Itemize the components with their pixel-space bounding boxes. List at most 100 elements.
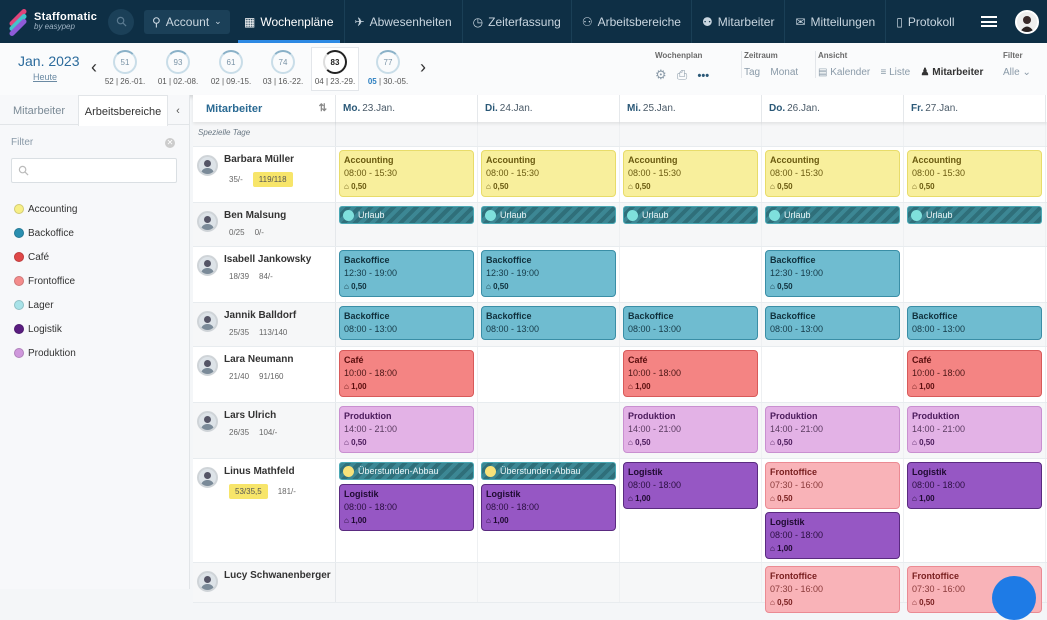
employee-cell[interactable]: Lucy Schwanenberger [193,563,336,602]
settings-gear-icon[interactable]: ⚙ [655,67,667,83]
day-cell[interactable]: Café 10:00 - 18:00 1,00 [620,347,762,402]
absence-bar[interactable]: Urlaub [623,206,758,224]
day-cell[interactable]: Accounting 08:00 - 15:30 0,50 [336,147,478,202]
week-selector-item[interactable]: 83 04 | 23.-29. [311,47,359,91]
day-cell[interactable]: Backoffice 08:00 - 13:00 [620,303,762,346]
chat-button[interactable] [992,576,1036,620]
prev-week-button[interactable]: ‹ [91,57,97,78]
global-search-button[interactable] [108,8,134,35]
day-cell[interactable] [478,563,620,602]
shift-card[interactable]: Produktion 14:00 - 21:00 0,50 [623,406,758,453]
shift-card[interactable]: Backoffice 12:30 - 19:00 0,50 [481,250,616,297]
day-cell[interactable]: Produktion 14:00 - 21:00 0,50 [620,403,762,458]
area-filter-item[interactable]: Accounting [14,197,189,221]
day-cell[interactable]: Logistik 08:00 - 18:00 1,00 [620,459,762,562]
day-cell[interactable]: Backoffice 12:30 - 19:00 0,50 [762,247,904,302]
employee-column-header[interactable]: Mitarbeiter ⇅ [193,95,336,122]
tab-arbeitsbereiche[interactable]: Arbeitsbereiche [78,95,168,126]
collapse-sidebar-icon[interactable]: ‹ [168,95,188,124]
week-selector-item[interactable]: 61 02 | 09.-15. [207,48,255,86]
view-day-button[interactable]: Tag [744,67,760,78]
shift-card[interactable]: Logistik 08:00 - 18:00 1,00 [765,512,900,559]
day-cell[interactable]: Produktion 14:00 - 21:00 0,50 [904,403,1046,458]
day-cell[interactable]: Logistik 08:00 - 18:00 1,00 [904,459,1046,562]
day-cell[interactable]: Café 10:00 - 18:00 1,00 [336,347,478,402]
day-cell[interactable]: Urlaub [762,203,904,246]
absence-bar[interactable]: Urlaub [765,206,900,224]
week-selector-item[interactable]: 77 05 | 30.-05. [364,48,412,86]
shift-card[interactable]: Backoffice 08:00 - 13:00 [765,306,900,340]
special-day-cell[interactable] [762,122,904,146]
day-cell[interactable]: Urlaub [904,203,1046,246]
nav-abwesenheiten[interactable]: ✈ Abwesenheiten [345,0,463,43]
day-cell[interactable]: Café 10:00 - 18:00 1,00 [904,347,1046,402]
tab-mitarbeiter[interactable]: Mitarbeiter [0,95,78,124]
week-selector-item[interactable]: 51 52 | 26.-01. [101,48,149,86]
day-cell[interactable]: Accounting 08:00 - 15:30 0,50 [762,147,904,202]
nav-mitteilungen[interactable]: ✉ Mitteilungen [785,0,887,43]
shift-card[interactable]: Backoffice 08:00 - 13:00 [907,306,1042,340]
shift-card[interactable]: Backoffice 12:30 - 19:00 0,50 [339,250,474,297]
employee-cell[interactable]: Barbara Müller 35/- 119/118 [193,147,336,202]
clear-filter-icon[interactable]: ✕ [165,137,175,148]
area-filter-item[interactable]: Logistik [14,317,189,341]
nav-protokoll[interactable]: ▯ Protokoll [886,0,964,43]
day-cell[interactable]: Accounting 08:00 - 15:30 0,50 [620,147,762,202]
special-day-cell[interactable] [478,122,620,146]
area-filter-item[interactable]: Café [14,245,189,269]
day-cell[interactable]: Frontoffice 07:30 - 16:00 0,50 Logistik 08:0… [762,459,904,562]
shift-card[interactable]: Café 10:00 - 18:00 1,00 [339,350,474,397]
view-list-button[interactable]: ≡ Liste [881,67,911,78]
shift-card[interactable]: Backoffice 08:00 - 13:00 [623,306,758,340]
nav-mitarbeiter[interactable]: ⚉ Mitarbeiter [692,0,786,43]
day-cell[interactable] [904,247,1046,302]
print-icon[interactable]: ⎙ [677,67,687,83]
shift-card[interactable]: Accounting 08:00 - 15:30 0,50 [339,150,474,197]
account-dropdown[interactable]: ⚲ Account ⌄ [144,9,230,34]
shift-card[interactable]: Backoffice 08:00 - 13:00 [339,306,474,340]
day-cell[interactable]: Frontoffice 07:30 - 16:00 0,50 [762,563,904,613]
employee-cell[interactable]: Isabell Jankowsky 18/39 84/- [193,247,336,302]
absence-bar[interactable]: Überstunden-Abbau [481,462,616,480]
shift-card[interactable]: Frontoffice 07:30 - 16:00 0,50 [765,566,900,613]
day-cell[interactable]: Backoffice 12:30 - 19:00 0,50 [336,247,478,302]
employee-cell[interactable]: Jannik Balldorf 25/35 113/140 [193,303,336,346]
area-filter-item[interactable]: Backoffice [14,221,189,245]
nav-zeiterfassung[interactable]: ◷ Zeiterfassung [463,0,572,43]
shift-card[interactable]: Produktion 14:00 - 21:00 0,50 [907,406,1042,453]
area-filter-item[interactable]: Lager [14,293,189,317]
day-cell[interactable] [620,247,762,302]
app-logo[interactable]: Staffomatic by easypep [0,7,104,37]
day-cell[interactable] [478,347,620,402]
day-cell[interactable]: Überstunden-Abbau Logistik 08:00 - 18:00 1,… [478,459,620,562]
week-selector-item[interactable]: 74 03 | 16.-22. [259,48,307,86]
nav-wochenplaene[interactable]: ▦ Wochenpläne [234,0,345,43]
absence-bar[interactable]: Urlaub [339,206,474,224]
area-filter-item[interactable]: Frontoffice [14,269,189,293]
shift-card[interactable]: Logistik 08:00 - 18:00 1,00 [339,484,474,531]
shift-card[interactable]: Logistik 08:00 - 18:00 1,00 [907,462,1042,509]
view-employees-button[interactable]: ♟ Mitarbeiter [920,67,983,78]
week-selector-item[interactable]: 93 01 | 02.-08. [154,48,202,86]
day-cell[interactable]: Produktion 14:00 - 21:00 0,50 [336,403,478,458]
day-cell[interactable]: Urlaub [336,203,478,246]
employee-cell[interactable]: Lara Neumann 21/40 91/160 [193,347,336,402]
day-cell[interactable] [762,347,904,402]
special-day-cell[interactable] [904,122,1046,146]
shift-card[interactable]: Frontoffice 07:30 - 16:00 0,50 [765,462,900,509]
absence-bar[interactable]: Urlaub [907,206,1042,224]
absence-bar[interactable]: Urlaub [481,206,616,224]
special-day-cell[interactable] [336,122,478,146]
view-month-button[interactable]: Monat [770,67,798,78]
nav-arbeitsbereiche[interactable]: ⚇ Arbeitsbereiche [572,0,692,43]
day-cell[interactable]: Accounting 08:00 - 15:30 0,50 [478,147,620,202]
shift-card[interactable]: Produktion 14:00 - 21:00 0,50 [339,406,474,453]
view-calendar-button[interactable]: ▤ Kalender [818,67,870,78]
area-filter-item[interactable]: Produktion [14,341,189,365]
special-day-cell[interactable] [620,122,762,146]
more-options-icon[interactable]: ••• [698,70,710,82]
day-cell[interactable]: Backoffice 08:00 - 13:00 [336,303,478,346]
employee-cell[interactable]: Ben Malsung 0/25 0/- [193,203,336,246]
user-avatar[interactable] [1015,9,1039,34]
day-cell[interactable]: Urlaub [620,203,762,246]
